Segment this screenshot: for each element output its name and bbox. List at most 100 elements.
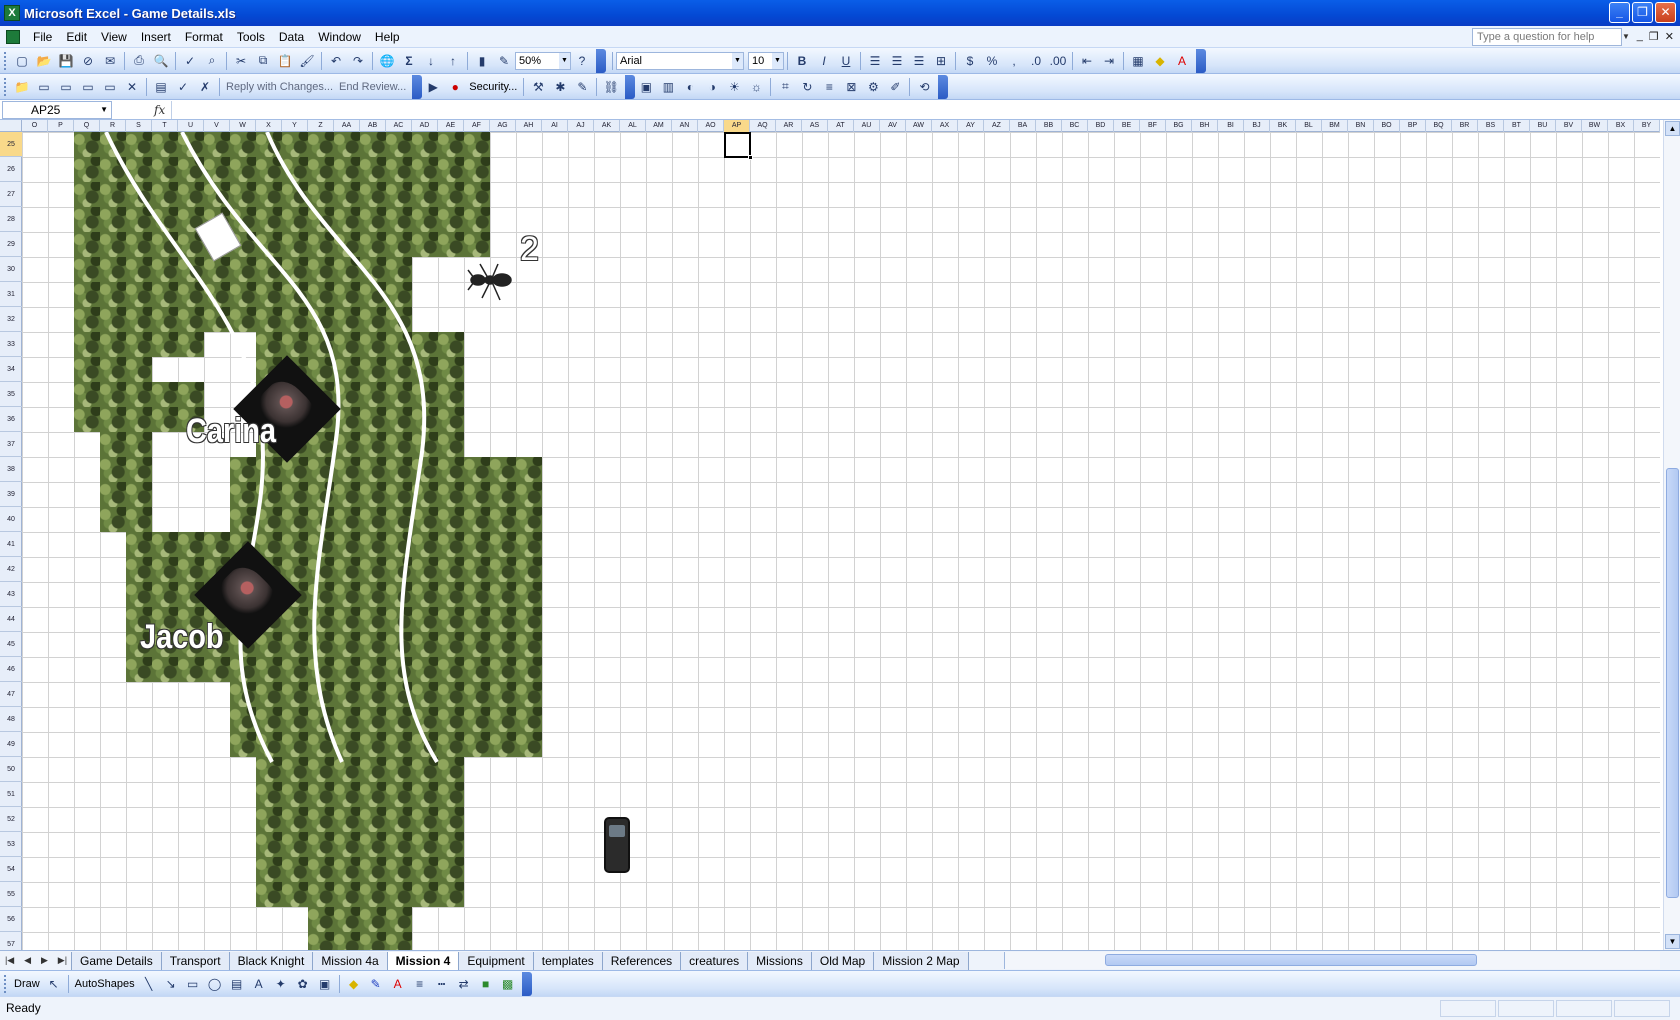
clipart-icon[interactable]: ✿ (292, 973, 314, 995)
drawing-options-icon[interactable] (521, 971, 532, 996)
column-header[interactable]: AA (334, 120, 360, 132)
row-header[interactable]: 54 (0, 857, 22, 882)
row-header[interactable]: 50 (0, 757, 22, 782)
chain-icon[interactable]: ⛓ (600, 76, 622, 98)
column-header[interactable]: V (204, 120, 230, 132)
row-header[interactable]: 45 (0, 632, 22, 657)
show-comment-icon[interactable]: ▭ (99, 76, 121, 98)
excel-app-icon[interactable]: X (4, 5, 20, 21)
column-header[interactable]: AJ (568, 120, 594, 132)
column-header[interactable]: AN (672, 120, 698, 132)
column-header[interactable]: AZ (984, 120, 1010, 132)
column-header[interactable]: AL (620, 120, 646, 132)
diagram-icon[interactable]: ✦ (270, 973, 292, 995)
security-button[interactable]: Security... (466, 81, 520, 93)
design-mode-icon[interactable]: ✎ (571, 76, 593, 98)
doc-minimize-icon[interactable]: _ (1637, 30, 1643, 43)
spelling-icon[interactable]: ✓ (179, 50, 201, 72)
picture-options-icon[interactable] (938, 74, 949, 99)
font-color-icon[interactable]: A (387, 973, 409, 995)
workbook-icon[interactable] (6, 29, 20, 44)
row-header[interactable]: 41 (0, 532, 22, 557)
bold-icon[interactable]: B (791, 50, 813, 72)
save-icon[interactable]: 💾 (55, 50, 77, 72)
row-header[interactable]: 43 (0, 582, 22, 607)
menu-insert[interactable]: Insert (134, 27, 178, 47)
column-header[interactable]: O (22, 120, 48, 132)
toolbar-grip[interactable] (4, 77, 8, 96)
row-header[interactable]: 38 (0, 457, 22, 482)
column-header[interactable]: AU (854, 120, 880, 132)
line-icon[interactable]: ╲ (138, 973, 160, 995)
next-sheet-icon[interactable]: ▶ (41, 955, 48, 966)
font-size-dropdown-icon[interactable]: ▼ (772, 52, 783, 69)
format-picture-icon[interactable]: ⚙ (862, 76, 884, 98)
cut-icon[interactable]: ✂ (230, 50, 252, 72)
column-header[interactable]: AT (828, 120, 854, 132)
reply-with-changes-button[interactable]: Reply with Changes... (223, 81, 336, 93)
toolbar-options-icon[interactable] (596, 48, 606, 73)
column-header[interactable]: BT (1504, 120, 1530, 132)
print-icon[interactable]: ⎙ (128, 50, 150, 72)
column-header[interactable]: AP (724, 120, 750, 132)
hyperlink-icon[interactable]: 🌐 (376, 50, 398, 72)
font-size-select[interactable]: 10 ▼ (748, 51, 784, 70)
column-header[interactable]: BA (1010, 120, 1036, 132)
new-icon[interactable]: ▢ (11, 50, 33, 72)
column-header[interactable]: AE (438, 120, 464, 132)
row-header[interactable]: 35 (0, 382, 22, 407)
merge-center-icon[interactable]: ⊞ (930, 50, 952, 72)
horizontal-scroll-thumb[interactable] (1105, 954, 1477, 966)
run-macro-icon[interactable]: ▶ (422, 76, 444, 98)
decrease-indent-icon[interactable]: ⇤ (1076, 50, 1098, 72)
column-header[interactable]: Q (74, 120, 100, 132)
textbox-icon[interactable]: ▤ (226, 973, 248, 995)
shadow-icon[interactable]: ■ (475, 973, 497, 995)
column-header[interactable]: AG (490, 120, 516, 132)
reviewing-options-icon[interactable] (412, 74, 423, 99)
row-header[interactable]: 51 (0, 782, 22, 807)
record-macro-icon[interactable]: ● (444, 76, 466, 98)
name-box[interactable]: AP25 ▼ (2, 100, 112, 119)
autoshapes-menu-button[interactable]: AutoShapes (72, 978, 138, 990)
increase-decimal-icon[interactable]: .0 (1025, 50, 1047, 72)
row-header[interactable]: 37 (0, 432, 22, 457)
chart-wizard-icon[interactable]: ▮ (471, 50, 493, 72)
tab-mission-4a[interactable]: Mission 4a (312, 951, 388, 970)
zoom-select[interactable]: 50% ▼ (515, 51, 571, 70)
row-header[interactable]: 40 (0, 507, 22, 532)
row-header[interactable]: 49 (0, 732, 22, 757)
horizontal-scrollbar[interactable] (1004, 952, 1660, 969)
formatting-options-icon[interactable] (1196, 48, 1206, 73)
less-contrast-icon[interactable]: ◑ (701, 76, 723, 98)
column-header[interactable]: BK (1270, 120, 1296, 132)
reject-icon[interactable]: ✗ (194, 76, 216, 98)
vertical-scroll-thumb[interactable] (1666, 468, 1679, 898)
column-header[interactable]: BB (1036, 120, 1062, 132)
column-header[interactable]: BQ (1426, 120, 1452, 132)
draw-menu-button[interactable]: Draw (11, 978, 43, 990)
column-header[interactable]: AM (646, 120, 672, 132)
formula-input[interactable] (171, 100, 1680, 119)
column-header[interactable]: BL (1296, 120, 1322, 132)
column-header[interactable]: BC (1062, 120, 1088, 132)
scroll-down-icon[interactable]: ▼ (1665, 934, 1680, 949)
column-header[interactable]: AC (386, 120, 412, 132)
row-header[interactable]: 48 (0, 707, 22, 732)
italic-icon[interactable]: I (813, 50, 835, 72)
row-header[interactable]: 47 (0, 682, 22, 707)
select-all-button[interactable] (0, 120, 22, 132)
column-header[interactable]: BF (1140, 120, 1166, 132)
prev-sheet-icon[interactable]: ◀ (24, 955, 31, 966)
row-header[interactable]: 31 (0, 282, 22, 307)
research-icon[interactable]: ⌕ (201, 50, 223, 72)
scroll-up-icon[interactable]: ▲ (1665, 121, 1680, 136)
row-header[interactable]: 53 (0, 832, 22, 857)
font-color-icon[interactable]: A (1171, 50, 1193, 72)
column-header[interactable]: BG (1166, 120, 1192, 132)
redo-icon[interactable]: ↷ (347, 50, 369, 72)
control-toolbox-icon[interactable]: ✱ (549, 76, 571, 98)
comment-prev-icon[interactable]: ▭ (55, 76, 77, 98)
less-brightness-icon[interactable]: ☼ (745, 76, 767, 98)
column-header[interactable]: AK (594, 120, 620, 132)
